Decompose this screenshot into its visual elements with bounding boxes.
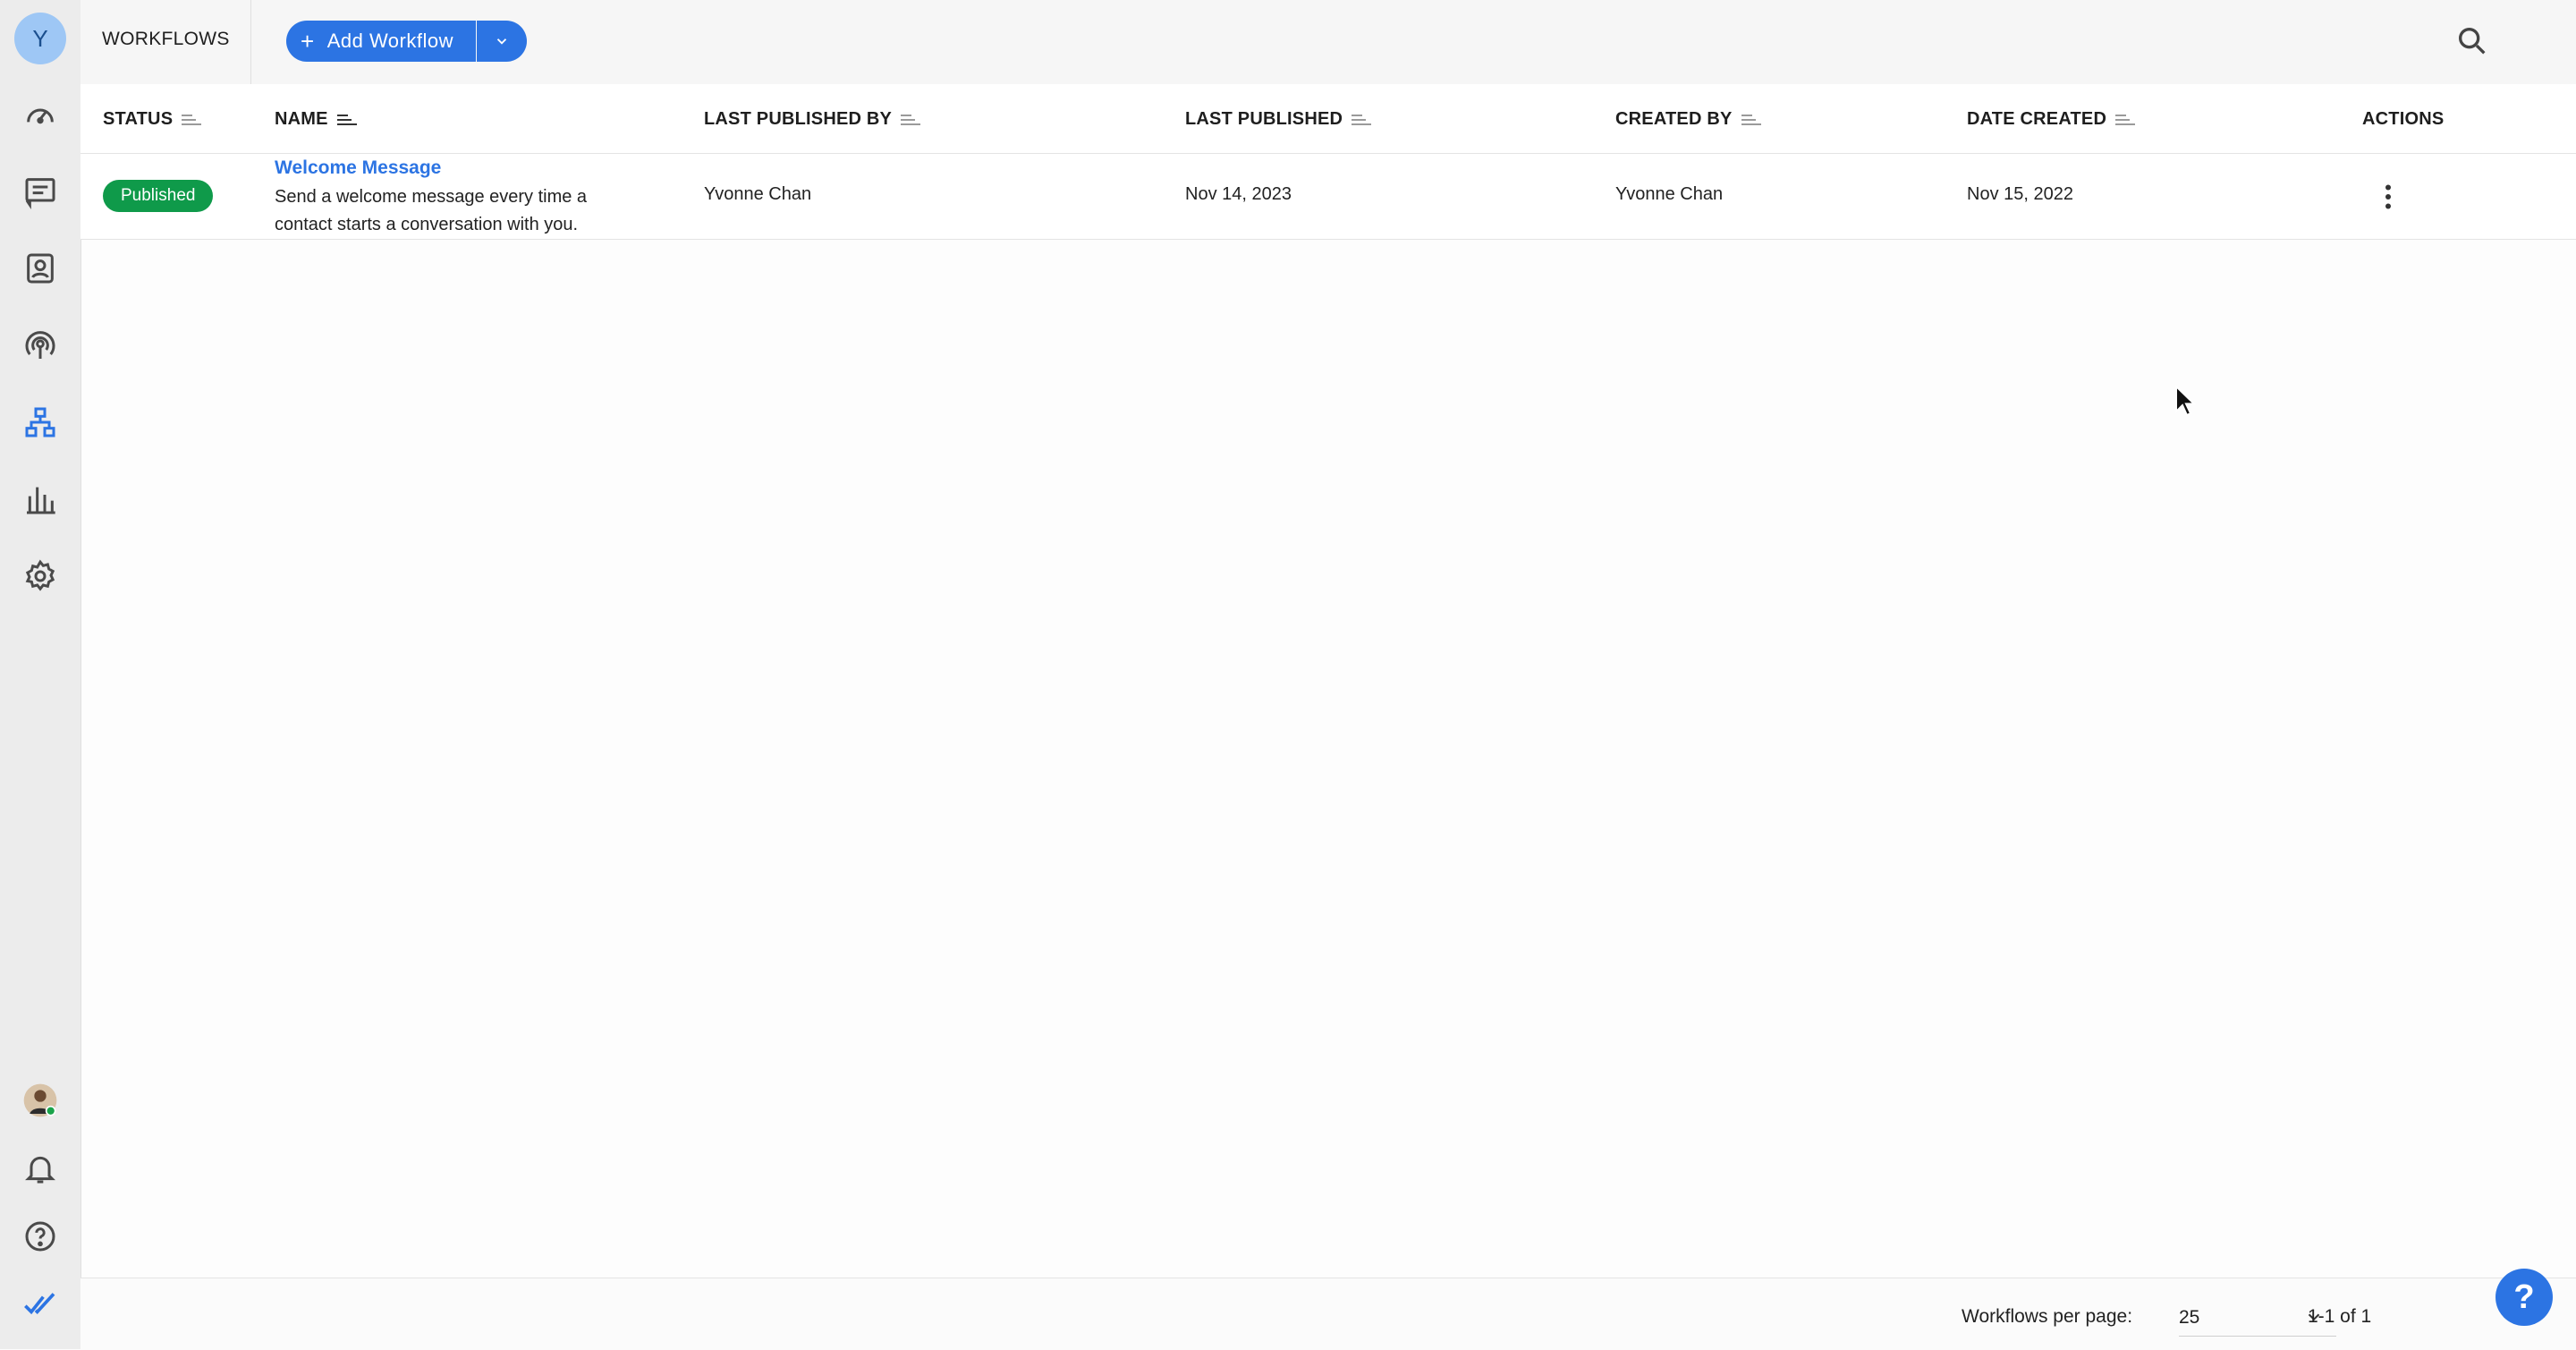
date-created-cell: Nov 15, 2022 <box>1967 184 2073 204</box>
help-fab-label: ? <box>2513 1278 2535 1316</box>
user-avatar-icon[interactable] <box>21 1081 60 1120</box>
per-page-value: 25 <box>2179 1307 2200 1328</box>
broadcast-icon[interactable] <box>21 326 60 365</box>
sort-icon[interactable] <box>1352 113 1372 127</box>
column-header-name[interactable]: NAME <box>275 109 357 130</box>
sort-icon[interactable] <box>2115 113 2136 127</box>
pagination-footer: Workflows per page: 25 1-1 of 1 <box>80 1278 2576 1350</box>
reports-icon[interactable] <box>21 480 60 519</box>
column-header-last-published[interactable]: LAST PUBLISHED <box>1185 109 1372 130</box>
per-page-label: Workflows per page: <box>1962 1306 2133 1327</box>
top-bar: WORKFLOWS + Add Workflow <box>80 0 2576 85</box>
column-header-status[interactable]: STATUS <box>103 109 202 130</box>
column-header-label: CREATED BY <box>1615 109 1733 129</box>
pagination-range: 1-1 of 1 <box>2308 1306 2372 1327</box>
status-badge: Published <box>103 180 214 212</box>
sort-icon[interactable] <box>901 113 921 127</box>
add-workflow-dropdown-button[interactable] <box>477 21 527 62</box>
workflow-name-link[interactable]: Welcome Message <box>275 157 441 179</box>
column-header-label: STATUS <box>103 109 174 129</box>
table-header: STATUS NAME LAST PUBLISHED BY LAST PUBLI… <box>80 84 2576 154</box>
column-header-date-created[interactable]: DATE CREATED <box>1967 109 2136 130</box>
dashboard-gauge-icon[interactable] <box>21 95 60 134</box>
column-header-created-by[interactable]: CREATED BY <box>1615 109 1761 130</box>
column-header-label: LAST PUBLISHED BY <box>704 109 893 129</box>
sort-icon[interactable] <box>182 113 202 127</box>
settings-gear-icon[interactable] <box>21 556 60 596</box>
chevron-down-icon <box>496 38 507 45</box>
workspace-avatar-initial: Y <box>32 24 48 52</box>
plus-icon: + <box>301 28 315 55</box>
column-header-actions: ACTIONS <box>2362 109 2444 130</box>
last-published-cell: Nov 14, 2023 <box>1185 184 1292 204</box>
column-header-label: NAME <box>275 109 328 129</box>
sort-icon[interactable] <box>336 113 357 127</box>
column-header-last-published-by[interactable]: LAST PUBLISHED BY <box>704 109 921 130</box>
help-circle-icon[interactable] <box>21 1217 60 1256</box>
column-header-label: LAST PUBLISHED <box>1185 109 1343 129</box>
sort-icon[interactable] <box>1741 113 1761 127</box>
notifications-bell-icon[interactable] <box>21 1149 60 1188</box>
table-row[interactable]: Published Welcome Message Send a welcome… <box>80 154 2576 240</box>
workspace-avatar[interactable]: Y <box>14 13 66 64</box>
add-workflow-button[interactable]: + Add Workflow <box>286 21 476 62</box>
page-title: WORKFLOWS <box>102 29 230 49</box>
workflow-description: Send a welcome message every time a cont… <box>275 187 588 234</box>
mouse-cursor-icon <box>2175 385 2197 417</box>
help-fab-button[interactable]: ? <box>2496 1269 2553 1326</box>
messages-icon[interactable] <box>21 172 60 211</box>
title-divider <box>250 0 251 84</box>
sidebar: Y <box>0 0 81 1349</box>
created-by-cell: Yvonne Chan <box>1615 184 1724 204</box>
last-published-by-cell: Yvonne Chan <box>704 184 812 204</box>
row-actions-more-icon[interactable] <box>2379 181 2397 213</box>
search-icon[interactable] <box>2454 23 2490 59</box>
brand-checkmarks-icon <box>21 1285 60 1324</box>
workflows-icon[interactable] <box>21 403 60 442</box>
add-workflow-label: Add Workflow <box>326 30 453 52</box>
contacts-icon[interactable] <box>21 249 60 288</box>
column-header-label: ACTIONS <box>2362 109 2445 129</box>
column-header-label: DATE CREATED <box>1967 109 2107 129</box>
